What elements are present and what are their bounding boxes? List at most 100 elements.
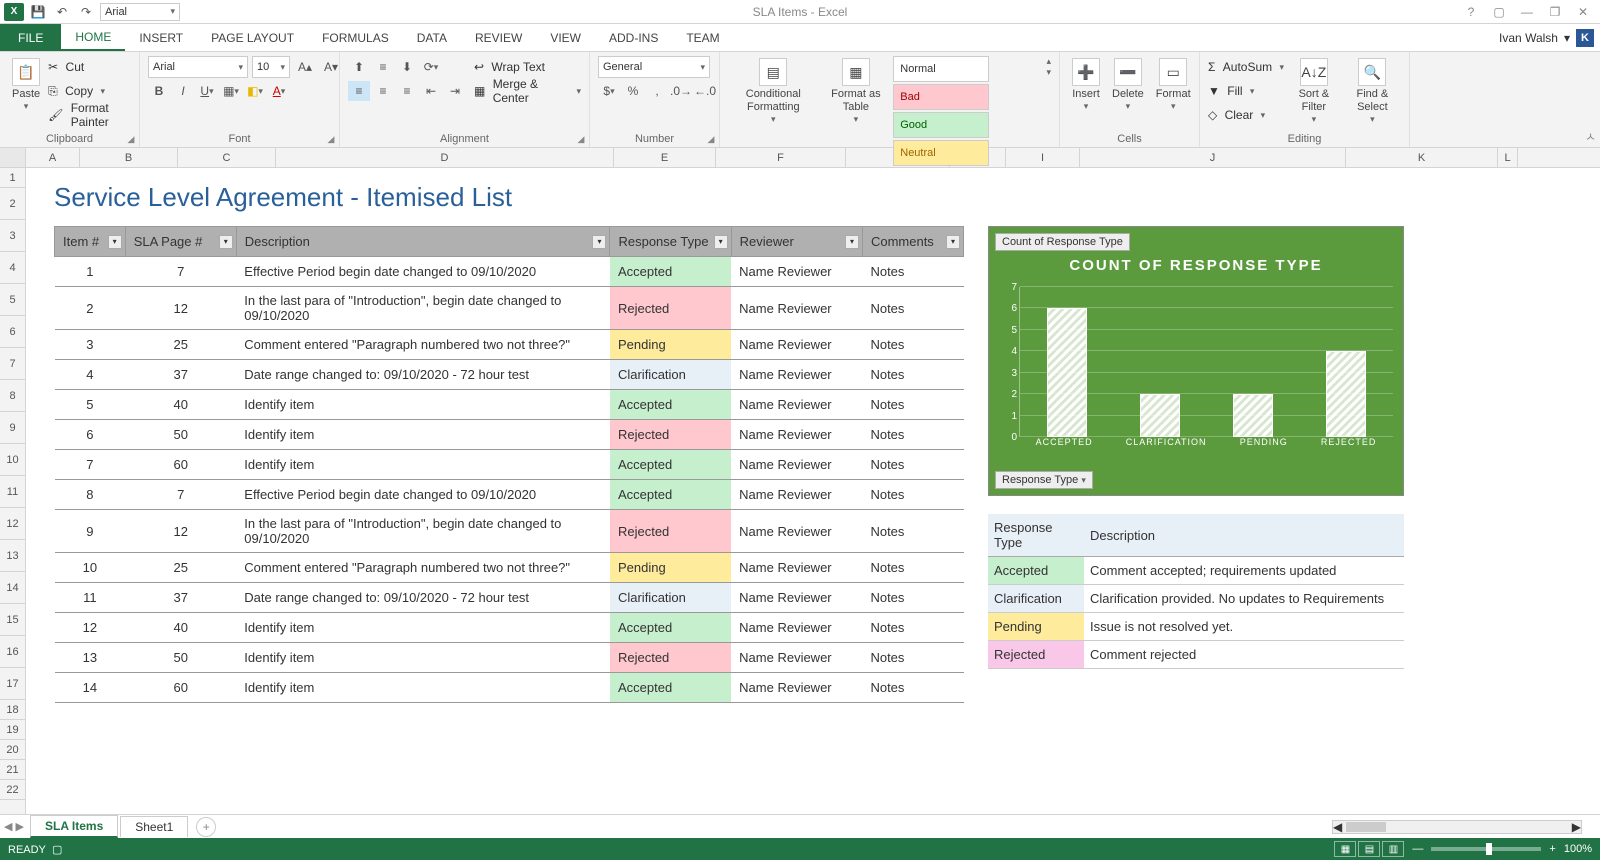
table-header[interactable]: Description▾: [236, 227, 610, 257]
table-row[interactable]: 87Effective Period begin date changed to…: [55, 480, 964, 510]
row-header[interactable]: 9: [0, 412, 25, 444]
table-row[interactable]: 1240Identify itemAcceptedName ReviewerNo…: [55, 613, 964, 643]
decrease-decimal-icon[interactable]: ←.0: [694, 81, 716, 101]
table-row[interactable]: 650Identify itemRejectedName ReviewerNot…: [55, 420, 964, 450]
table-cell[interactable]: Rejected: [610, 510, 731, 553]
cut-button[interactable]: ✂ Cut: [48, 56, 131, 78]
table-cell[interactable]: 12: [125, 287, 236, 330]
filter-dropdown-icon[interactable]: ▾: [219, 235, 233, 249]
minimize-icon[interactable]: —: [1516, 3, 1538, 21]
table-cell[interactable]: Name Reviewer: [731, 450, 862, 480]
wrap-text-button[interactable]: ↩ Wrap Text: [474, 56, 581, 78]
table-cell[interactable]: 12: [55, 613, 126, 643]
table-cell[interactable]: Accepted: [610, 613, 731, 643]
table-cell[interactable]: 3: [55, 330, 126, 360]
undo-icon[interactable]: ↶: [52, 3, 72, 21]
table-cell[interactable]: Name Reviewer: [731, 287, 862, 330]
fill-button[interactable]: ▼ Fill ▾: [1208, 80, 1284, 102]
table-cell[interactable]: Notes: [862, 330, 963, 360]
table-header[interactable]: Reviewer▾: [731, 227, 862, 257]
row-header[interactable]: 4: [0, 252, 25, 284]
column-header[interactable]: D: [276, 148, 614, 167]
increase-decimal-icon[interactable]: .0→: [670, 81, 692, 101]
table-cell[interactable]: Identify item: [236, 673, 610, 703]
zoom-slider[interactable]: [1431, 847, 1541, 851]
paste-button[interactable]: 📋Paste▾: [8, 56, 44, 114]
table-cell[interactable]: Notes: [862, 420, 963, 450]
table-cell[interactable]: 7: [125, 257, 236, 287]
row-header[interactable]: 2: [0, 188, 25, 220]
table-cell[interactable]: Identify item: [236, 420, 610, 450]
table-cell[interactable]: 60: [125, 673, 236, 703]
filter-dropdown-icon[interactable]: ▾: [946, 235, 960, 249]
table-row[interactable]: 325Comment entered "Paragraph numbered t…: [55, 330, 964, 360]
align-center-icon[interactable]: ≡: [372, 81, 394, 101]
table-cell[interactable]: Name Reviewer: [731, 613, 862, 643]
table-cell[interactable]: Notes: [862, 583, 963, 613]
user-account[interactable]: Ivan Walsh ▾ K: [1499, 24, 1600, 51]
table-cell[interactable]: Notes: [862, 287, 963, 330]
help-icon[interactable]: ?: [1460, 3, 1482, 21]
table-row[interactable]: 540Identify itemAcceptedName ReviewerNot…: [55, 390, 964, 420]
collapse-ribbon-icon[interactable]: ㅅ: [1585, 128, 1596, 145]
align-top-icon[interactable]: ⬆: [348, 57, 370, 77]
chart-bar[interactable]: [1047, 308, 1087, 437]
table-cell[interactable]: Comment entered "Paragraph numbered two …: [236, 553, 610, 583]
table-cell[interactable]: Accepted: [610, 480, 731, 510]
insert-button[interactable]: ➕Insert▾: [1068, 56, 1104, 114]
macro-record-icon[interactable]: ▢: [52, 844, 62, 856]
fill-color-button[interactable]: ◧▾: [244, 81, 266, 101]
clear-button[interactable]: ◇ Clear ▾: [1208, 104, 1284, 126]
table-row[interactable]: 760Identify itemAcceptedName ReviewerNot…: [55, 450, 964, 480]
table-cell[interactable]: Rejected: [610, 287, 731, 330]
table-cell[interactable]: Notes: [862, 480, 963, 510]
table-cell[interactable]: Comment entered "Paragraph numbered two …: [236, 330, 610, 360]
table-cell[interactable]: Notes: [862, 673, 963, 703]
italic-button[interactable]: I: [172, 81, 194, 101]
font-size-combo[interactable]: 10▾: [252, 56, 290, 78]
zoom-in-icon[interactable]: +: [1549, 843, 1555, 855]
table-cell[interactable]: 25: [125, 330, 236, 360]
table-cell[interactable]: Name Reviewer: [731, 360, 862, 390]
table-cell[interactable]: Date range changed to: 09/10/2020 - 72 h…: [236, 360, 610, 390]
align-bottom-icon[interactable]: ⬇: [396, 57, 418, 77]
table-header[interactable]: Response Type▾: [610, 227, 731, 257]
table-cell[interactable]: 7: [125, 480, 236, 510]
cell-grid[interactable]: Service Level Agreement - Itemised List …: [26, 168, 1600, 814]
new-sheet-button[interactable]: +: [196, 817, 216, 837]
row-header[interactable]: 19: [0, 720, 25, 740]
table-row[interactable]: 212In the last para of "Introduction", b…: [55, 287, 964, 330]
style-normal[interactable]: Normal: [893, 56, 989, 82]
font-launcher-icon[interactable]: ◢: [325, 133, 337, 145]
autosum-button[interactable]: Σ AutoSum ▾: [1208, 56, 1284, 78]
table-cell[interactable]: 40: [125, 390, 236, 420]
comma-icon[interactable]: ,: [646, 81, 668, 101]
table-cell[interactable]: 7: [55, 450, 126, 480]
font-color-button[interactable]: A▾: [268, 81, 290, 101]
table-cell[interactable]: 8: [55, 480, 126, 510]
table-cell[interactable]: 4: [55, 360, 126, 390]
row-header[interactable]: 8: [0, 380, 25, 412]
tab-review[interactable]: REVIEW: [461, 24, 536, 51]
row-header[interactable]: 20: [0, 740, 25, 760]
style-neutral[interactable]: Neutral: [893, 140, 989, 166]
filter-dropdown-icon[interactable]: ▾: [845, 235, 859, 249]
shrink-font-icon[interactable]: A▾: [320, 57, 342, 77]
merge-center-button[interactable]: ▦ Merge & Center ▾: [474, 80, 581, 102]
column-header[interactable]: C: [178, 148, 276, 167]
response-type-chart[interactable]: Count of Response Type COUNT OF RESPONSE…: [988, 226, 1404, 496]
table-cell[interactable]: 37: [125, 360, 236, 390]
table-cell[interactable]: Name Reviewer: [731, 420, 862, 450]
normal-view-icon[interactable]: ▦: [1334, 841, 1356, 857]
table-cell[interactable]: 2: [55, 287, 126, 330]
bold-button[interactable]: B: [148, 81, 170, 101]
table-cell[interactable]: Identify item: [236, 390, 610, 420]
grow-font-icon[interactable]: A▴: [294, 57, 316, 77]
align-middle-icon[interactable]: ≡: [372, 57, 394, 77]
column-header[interactable]: K: [1346, 148, 1498, 167]
sheet-tab-sheet1[interactable]: Sheet1: [120, 816, 188, 837]
horizontal-scrollbar[interactable]: ◀▶: [1332, 820, 1582, 834]
table-cell[interactable]: 13: [55, 643, 126, 673]
sort-filter-button[interactable]: A↓ZSort & Filter▾: [1288, 56, 1340, 127]
redo-icon[interactable]: ↷: [76, 3, 96, 21]
